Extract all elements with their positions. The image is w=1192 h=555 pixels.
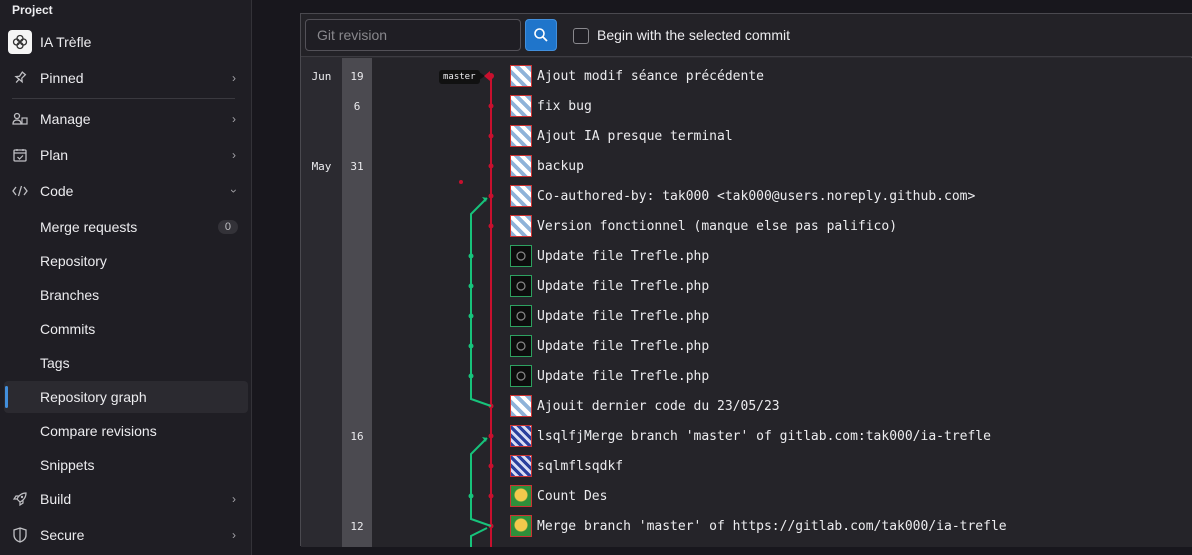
project-avatar — [8, 30, 32, 54]
chevron-right-icon: › — [232, 492, 236, 506]
commit-graph-lines — [459, 71, 494, 547]
commit-message: Update file Trefle.php — [537, 368, 710, 384]
sidebar-item-code[interactable]: Code › — [4, 175, 248, 207]
calendar-icon — [10, 148, 30, 162]
sidebar-item-snippets[interactable]: Snippets — [4, 449, 248, 481]
sidebar-item-label: Pinned — [40, 70, 84, 86]
shield-icon — [10, 527, 30, 543]
avatar — [510, 185, 532, 207]
commit-row[interactable]: lsqlfjMerge branch 'master' of gitlab.co… — [510, 425, 991, 447]
sidebar-item-label: Secure — [40, 527, 85, 543]
commit-message: Update file Trefle.php — [537, 278, 710, 294]
sidebar-header: Project — [12, 3, 53, 17]
commit-message: backup — [537, 158, 584, 174]
project-link[interactable]: IA Trèfle — [8, 30, 91, 54]
commit-message: Count Des — [537, 488, 608, 504]
avatar — [510, 365, 532, 387]
commit-row[interactable]: Ajouit dernier code du 23/05/23 — [510, 395, 780, 417]
sidebar-item-label: Repository — [40, 253, 107, 269]
sidebar-item-label: Branches — [40, 287, 100, 303]
repository-graph-panel: Begin with the selected commit Jun May 1… — [300, 13, 1192, 547]
pin-icon — [10, 71, 30, 85]
avatar — [510, 275, 532, 297]
avatar — [510, 95, 532, 117]
chevron-down-icon: › — [227, 189, 241, 193]
rocket-icon — [10, 491, 30, 507]
users-icon — [10, 112, 30, 126]
commit-row[interactable]: Version fonctionnel (manque else pas pal… — [510, 215, 897, 237]
sidebar-item-tags[interactable]: Tags — [4, 347, 248, 379]
avatar — [510, 245, 532, 267]
commit-row[interactable]: Update file Trefle.php — [510, 335, 709, 357]
commit-row[interactable]: Update file Trefle.php — [510, 305, 709, 327]
commit-row[interactable]: Co-authored-by: tak000 <tak000@users.nor… — [510, 185, 975, 207]
code-icon — [10, 185, 30, 197]
chevron-right-icon: › — [232, 528, 236, 542]
sidebar-item-merge-requests[interactable]: Merge requests 0 — [4, 211, 248, 243]
commit-row[interactable]: Update file Trefle.php — [510, 275, 709, 297]
sidebar-item-label: Snippets — [40, 457, 95, 473]
sidebar-item-label: Plan — [40, 147, 69, 163]
sidebar-item-manage[interactable]: Manage › — [4, 103, 248, 135]
commit-message: Ajout modif séance précédente — [537, 68, 764, 84]
commit-message: Co-authored-by: tak000 <tak000@users.nor… — [537, 188, 976, 204]
sidebar-divider — [12, 98, 235, 99]
sidebar-item-commits[interactable]: Commits — [4, 313, 248, 345]
sidebar-item-label: Merge requests — [40, 219, 138, 235]
sidebar-item-repository-graph[interactable]: Repository graph — [4, 381, 248, 413]
sidebar-item-label: Manage — [40, 111, 91, 127]
sidebar-item-pinned[interactable]: Pinned › — [4, 62, 248, 94]
sidebar-item-repository[interactable]: Repository — [4, 245, 248, 277]
avatar — [510, 65, 532, 87]
avatar — [510, 485, 532, 507]
commit-message: sqlmflsqdkf — [537, 458, 624, 474]
sidebar-item-plan[interactable]: Plan › — [4, 139, 248, 171]
sidebar-item-label: Repository graph — [40, 389, 147, 405]
sidebar-item-build[interactable]: Build › — [4, 483, 248, 515]
commit-row[interactable]: fix bug — [510, 95, 592, 117]
avatar — [510, 125, 532, 147]
commit-message: Update file Trefle.php — [537, 308, 710, 324]
commit-message: Version fonctionnel (manque else pas pal… — [537, 218, 898, 234]
avatar — [510, 155, 532, 177]
project-name: IA Trèfle — [40, 34, 92, 50]
commit-row[interactable]: Ajout IA presque terminal — [510, 125, 733, 147]
commit-message: Update file Trefle.php — [537, 248, 710, 264]
sidebar-item-compare-revisions[interactable]: Compare revisions — [4, 415, 248, 447]
avatar — [510, 305, 532, 327]
avatar — [510, 425, 532, 447]
commit-message: fix bug — [537, 98, 592, 114]
chevron-right-icon: › — [232, 71, 236, 85]
sidebar-item-secure[interactable]: Secure › — [4, 519, 248, 551]
clover-icon — [12, 34, 28, 50]
avatar — [510, 515, 532, 537]
sidebar-item-label: Code — [40, 183, 74, 199]
sidebar: Project IA Trèfle Pinned › Manage › Plan… — [0, 0, 252, 555]
commit-message: Update file Trefle.php — [537, 338, 710, 354]
avatar — [510, 395, 532, 417]
commit-row[interactable]: Ajout modif séance précédente — [510, 65, 764, 87]
avatar — [510, 215, 532, 237]
avatar — [510, 455, 532, 477]
sidebar-item-label: Build — [40, 491, 72, 507]
commit-row[interactable]: Count Des — [510, 485, 607, 507]
sidebar-item-label: Tags — [40, 355, 70, 371]
sidebar-item-branches[interactable]: Branches — [4, 279, 248, 311]
commit-row[interactable]: Update file Trefle.php — [510, 245, 709, 267]
avatar — [510, 335, 532, 357]
sidebar-item-label: Commits — [40, 321, 96, 337]
commit-message: lsqlfjMerge branch 'master' of gitlab.co… — [537, 428, 991, 444]
chevron-right-icon: › — [232, 148, 236, 162]
chevron-right-icon: › — [232, 112, 236, 126]
sidebar-item-label: Compare revisions — [40, 423, 157, 439]
commit-message: Merge branch 'master' of https://gitlab.… — [537, 518, 1007, 534]
commit-message: Ajout IA presque terminal — [537, 128, 733, 144]
commit-row[interactable]: sqlmflsqdkf — [510, 455, 623, 477]
commit-row[interactable]: Update file Trefle.php — [510, 365, 709, 387]
commit-row[interactable]: Merge branch 'master' of https://gitlab.… — [510, 515, 1007, 537]
commit-row[interactable]: backup — [510, 155, 584, 177]
count-badge: 0 — [217, 220, 238, 234]
branch-label-master[interactable]: master — [439, 70, 480, 84]
commit-message: Ajouit dernier code du 23/05/23 — [537, 398, 780, 414]
